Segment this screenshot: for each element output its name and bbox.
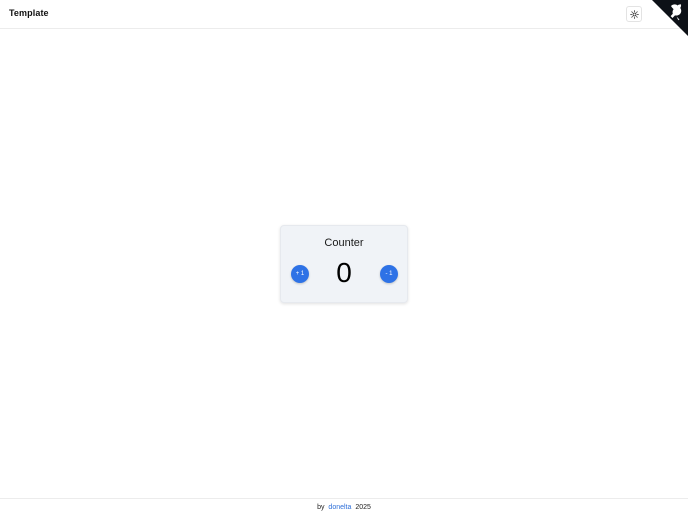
github-icon	[652, 0, 688, 36]
footer-prefix: by	[317, 504, 325, 511]
app-title: Template	[9, 8, 49, 18]
decrement-button[interactable]: - 1	[380, 265, 398, 283]
counter-title: Counter	[324, 237, 364, 249]
github-corner-link[interactable]	[652, 0, 688, 36]
page: Template Counter + 1 0 - 1 by donelta 20…	[0, 0, 688, 512]
footer: by donelta 2025	[0, 498, 688, 512]
theme-toggle-button[interactable]	[626, 6, 642, 22]
sun-icon	[629, 9, 639, 19]
top-bar: Template	[0, 0, 688, 36]
footer-year: 2025	[355, 504, 371, 511]
counter-card: Counter + 1 0 - 1	[280, 225, 408, 303]
author-link[interactable]: donelta	[328, 504, 351, 511]
